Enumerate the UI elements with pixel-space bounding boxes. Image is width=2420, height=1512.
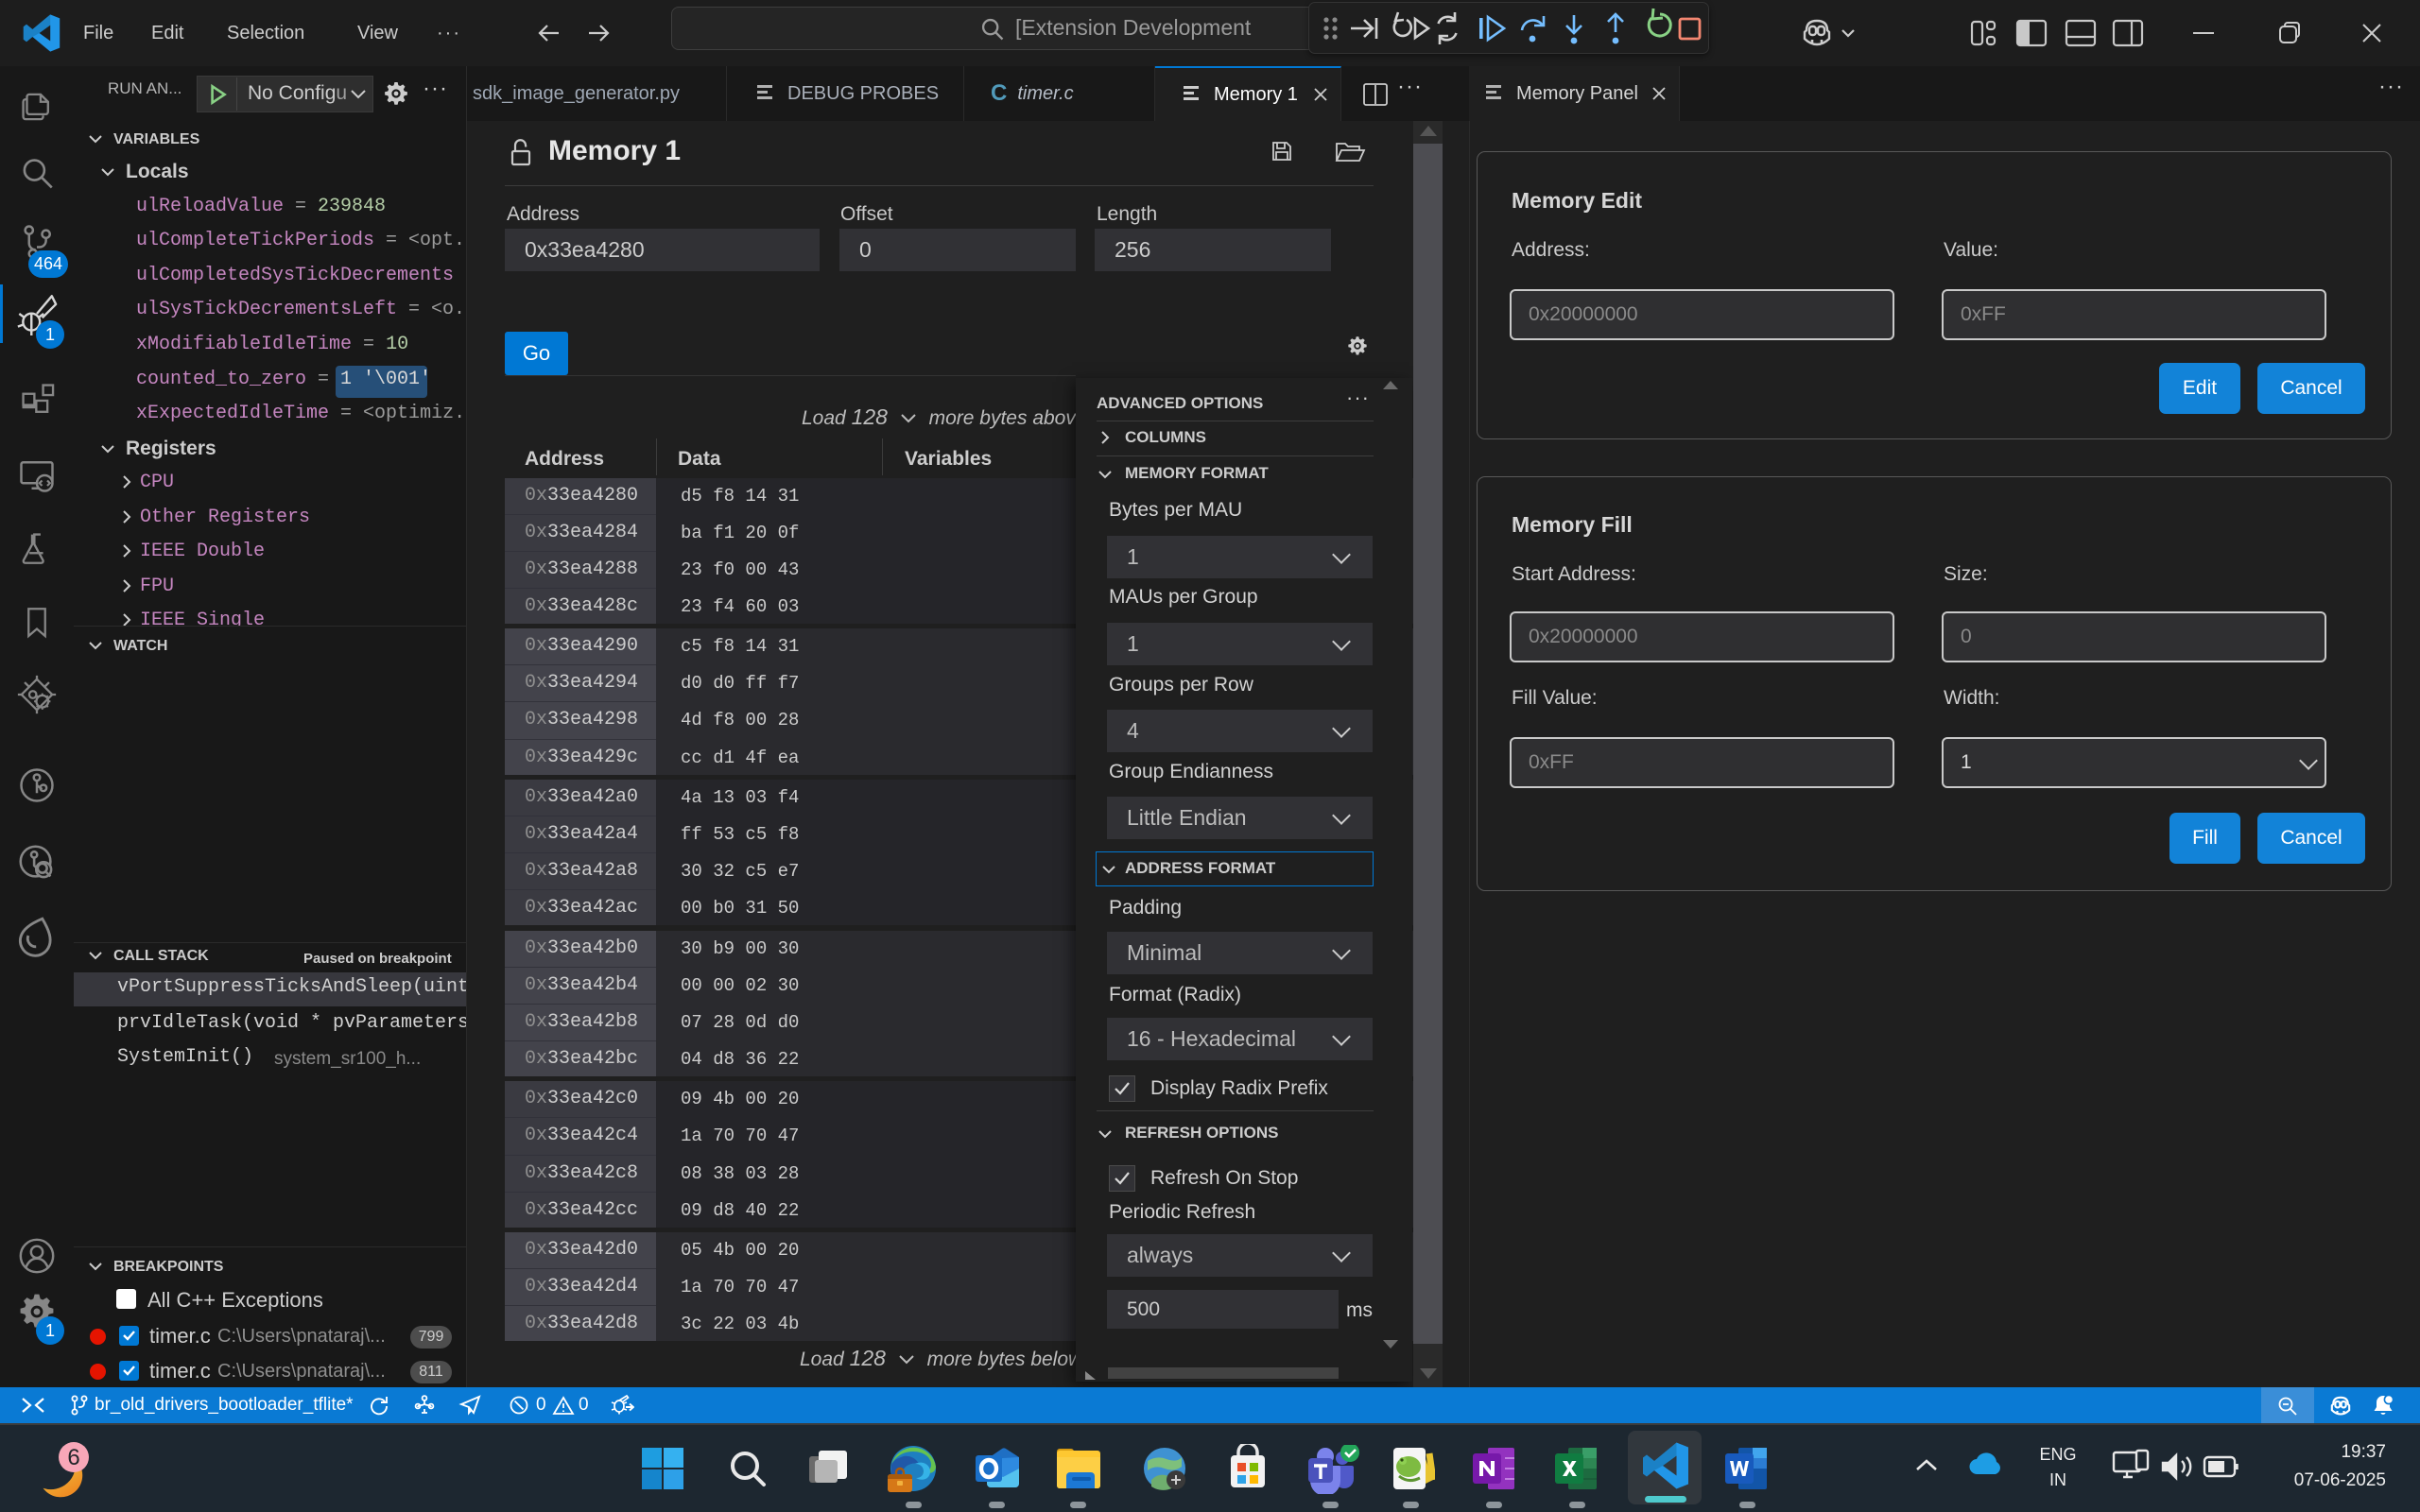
svg-text:6: 6 [67,1445,79,1470]
